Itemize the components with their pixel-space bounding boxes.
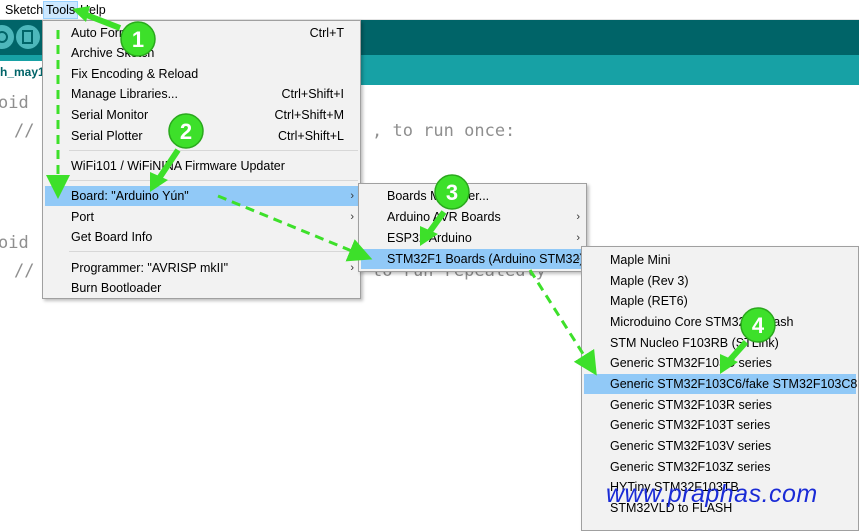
menu-item-label: Generic STM32F103Z series [610,460,771,474]
menu-item-label: Auto Format [71,26,140,40]
menu-item-label: Get Board Info [71,230,153,244]
menu-item-port[interactable]: Port › [45,207,358,227]
menu-help[interactable]: Help [80,3,106,17]
code-line: oid [0,233,29,253]
menu-item-programmer[interactable]: Programmer: "AVRISP mkII" › [45,258,358,278]
submenu-arrow-icon: › [576,253,580,265]
menu-item-label: Maple (Rev 3) [610,274,689,288]
shortcut-label: Ctrl+T [309,26,344,40]
menu-item-board-option[interactable]: Maple (RET6) [584,291,856,311]
menu-item-label: WiFi101 / WiFiNINA Firmware Updater [71,159,285,173]
menu-item-board[interactable]: Board: "Arduino Yún" › [45,186,358,206]
menu-bar: Sketch Tools Help [0,0,859,20]
menu-item-label: Generic STM32F103C series [610,356,772,370]
menu-item-manage-libraries[interactable]: Manage Libraries... Ctrl+Shift+I [45,84,358,104]
menu-item-label: Arduino AVR Boards [387,210,501,224]
menu-item-label: Port [71,210,94,224]
menu-item-label: ESP32 Arduino [387,231,472,245]
menu-item-archive-sketch[interactable]: Archive Sketch [45,43,358,63]
menu-separator [69,150,358,151]
menu-item-board-option[interactable]: Generic STM32F103C series [584,353,856,373]
submenu-arrow-icon: › [350,211,354,223]
menu-item-board-option[interactable]: Maple Mini [584,250,856,270]
code-line: // [14,121,35,141]
upload-button[interactable] [0,25,14,49]
menu-item-label: STM32F1 Boards (Arduino STM32) [387,252,584,266]
arrow-icon [0,31,8,43]
menu-item-label: Programmer: "AVRISP mkII" [71,261,229,275]
menu-item-boards-manager[interactable]: Boards Manager... [361,186,584,206]
menu-item-serial-plotter[interactable]: Serial Plotter Ctrl+Shift+L [45,126,358,146]
menu-item-label: Generic STM32F103V series [610,439,772,453]
menu-item-board-option[interactable]: STM Nucleo F103RB (STLink) [584,333,856,353]
file-icon [22,30,33,44]
shortcut-label: Ctrl+Shift+M [274,108,344,122]
code-line: , to run once: [372,121,516,141]
menu-item-stm32f1-boards[interactable]: STM32F1 Boards (Arduino STM32) › [361,249,584,269]
submenu-arrow-icon: › [576,232,580,244]
menu-item-board-option[interactable]: Generic STM32F103T series [584,415,856,435]
submenu-arrow-icon: › [576,211,580,223]
menu-item-label: Manage Libraries... [71,87,179,101]
menu-item-label: Serial Plotter [71,129,143,143]
code-line: // [14,261,35,281]
tools-menu: Auto Format Ctrl+T Archive Sketch Fix En… [42,20,361,299]
submenu-arrow-icon: › [350,190,354,202]
menu-item-label: Burn Bootloader [71,281,162,295]
menu-item-serial-monitor[interactable]: Serial Monitor Ctrl+Shift+M [45,105,358,125]
shortcut-label: Ctrl+Shift+L [277,129,344,143]
menu-item-auto-format[interactable]: Auto Format Ctrl+T [45,23,358,43]
menu-item-label: Generic STM32F103T series [610,418,771,432]
menu-tools[interactable]: Tools [42,1,79,19]
menu-item-label: Fix Encoding & Reload [71,67,199,81]
menu-item-board-option[interactable]: Microduino Core STM32 to Flash [584,312,856,332]
menu-item-label: Archive Sketch [71,46,155,60]
watermark: www.praphas.com [606,480,818,508]
menu-item-label: STM Nucleo F103RB (STLink) [610,336,779,350]
menu-item-get-board-info[interactable]: Get Board Info [45,227,358,247]
submenu-arrow-icon: › [350,262,354,274]
menu-item-fix-encoding[interactable]: Fix Encoding & Reload [45,64,358,84]
menu-item-label: Board: "Arduino Yún" [71,189,189,203]
menu-item-label: Maple Mini [610,253,671,267]
code-line: oid [0,93,29,113]
menu-item-board-option[interactable]: Generic STM32F103R series [584,395,856,415]
menu-item-esp32-arduino[interactable]: ESP32 Arduino › [361,228,584,248]
new-sketch-button[interactable] [16,25,40,49]
menu-item-label: Generic STM32F103C6/fake STM32F103C8 [610,377,858,391]
menu-item-board-option[interactable]: Generic STM32F103V series [584,436,856,456]
menu-item-label: Microduino Core STM32 to Flash [610,315,794,329]
board-submenu: Boards Manager... Arduino AVR Boards › E… [358,183,587,272]
menu-item-board-option[interactable]: Generic STM32F103Z series [584,457,856,477]
menu-sketch[interactable]: Sketch [5,3,43,17]
menu-item-label: Maple (RET6) [610,294,688,308]
menu-item-board-option-selected[interactable]: Generic STM32F103C6/fake STM32F103C8 [584,374,858,394]
menu-item-label: Boards Manager... [387,189,490,203]
menu-item-firmware-updater[interactable]: WiFi101 / WiFiNINA Firmware Updater [45,156,358,176]
menu-item-label: Serial Monitor [71,108,149,122]
menu-separator [69,251,358,252]
menu-separator [69,180,358,181]
menu-item-arduino-avr-boards[interactable]: Arduino AVR Boards › [361,207,584,227]
menu-item-burn-bootloader[interactable]: Burn Bootloader [45,278,358,298]
shortcut-label: Ctrl+Shift+I [281,87,344,101]
menu-item-board-option[interactable]: Maple (Rev 3) [584,271,856,291]
menu-item-label: Generic STM32F103R series [610,398,772,412]
